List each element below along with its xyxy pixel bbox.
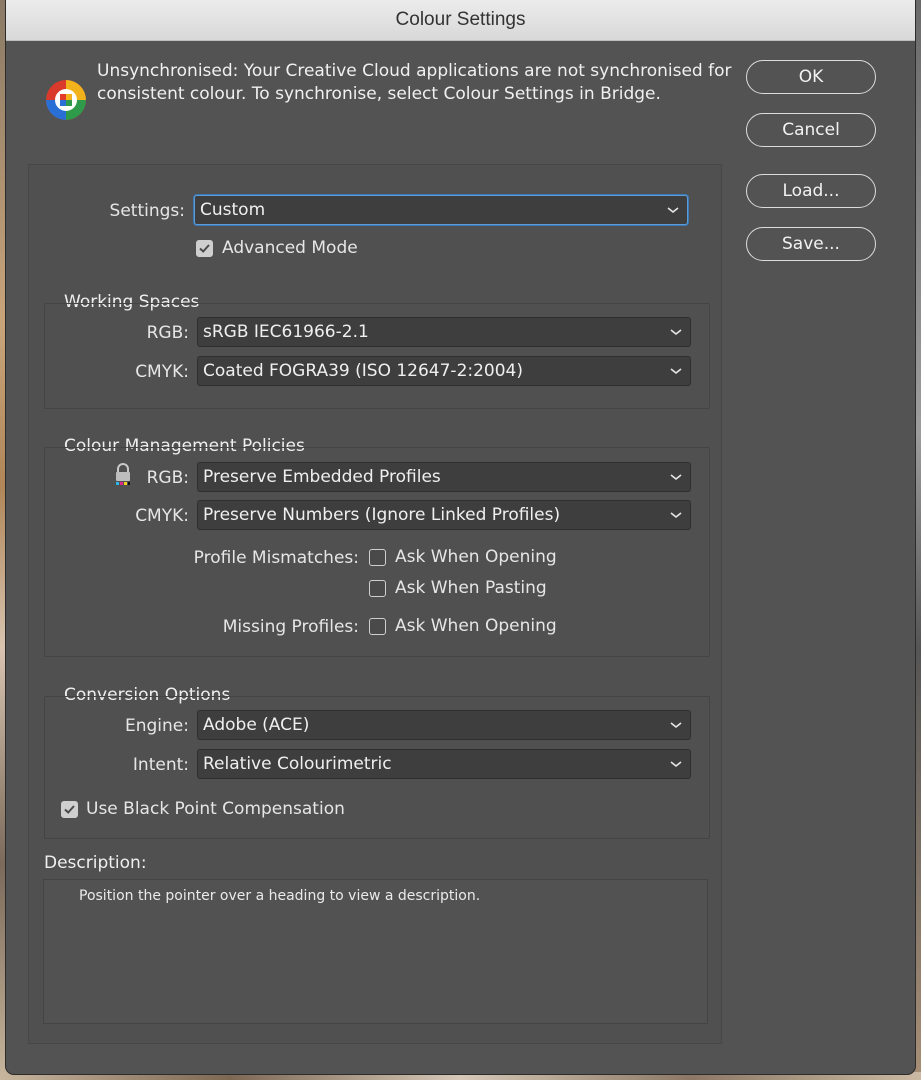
chevron-down-icon <box>670 761 682 768</box>
ws-cmyk-value: Coated FOGRA39 (ISO 12647-2:2004) <box>203 361 524 381</box>
policy-cmyk-select[interactable]: Preserve Numbers (Ignore Linked Profiles… <box>197 500 691 530</box>
ws-rgb-value: sRGB IEC61966-2.1 <box>203 322 369 342</box>
colour-wheel-icon <box>46 80 86 120</box>
policy-cmyk-value: Preserve Numbers (Ignore Linked Profiles… <box>203 505 561 525</box>
chevron-down-icon <box>670 368 682 375</box>
chevron-down-icon <box>670 512 682 519</box>
settings-select[interactable]: Custom <box>194 195 688 225</box>
ws-rgb-label: RGB: <box>146 323 189 343</box>
chevron-down-icon <box>670 474 682 481</box>
save-button[interactable]: Save... <box>746 227 876 261</box>
missing-ask-opening-label: Ask When Opening <box>395 616 557 636</box>
chevron-down-icon <box>670 329 682 336</box>
intent-label: Intent: <box>132 755 189 775</box>
description-box: Position the pointer over a heading to v… <box>43 879 708 1024</box>
settings-value: Custom <box>200 200 266 220</box>
intent-value: Relative Colourimetric <box>203 754 392 774</box>
intent-select[interactable]: Relative Colourimetric <box>197 749 691 779</box>
ws-cmyk-select[interactable]: Coated FOGRA39 (ISO 12647-2:2004) <box>197 356 691 386</box>
load-button[interactable]: Load... <box>746 174 876 208</box>
chevron-down-icon <box>667 207 679 214</box>
settings-label: Settings: <box>109 201 185 221</box>
engine-value: Adobe (ACE) <box>203 715 310 735</box>
description-heading: Description: <box>44 853 147 873</box>
missing-profiles-label: Missing Profiles: <box>222 617 359 637</box>
cancel-button[interactable]: Cancel <box>746 113 876 147</box>
dialog-titlebar[interactable]: Colour Settings <box>6 0 915 41</box>
policy-rgb-value: Preserve Embedded Profiles <box>203 467 441 487</box>
advanced-mode-checkbox[interactable] <box>196 240 213 257</box>
mismatch-ask-pasting-checkbox[interactable] <box>369 580 386 597</box>
policy-cmyk-label: CMYK: <box>135 506 189 526</box>
sync-status-message: Unsynchronised: Your Creative Cloud appl… <box>97 61 732 104</box>
profile-mismatches-label: Profile Mismatches: <box>193 548 359 568</box>
engine-select[interactable]: Adobe (ACE) <box>197 710 691 740</box>
mismatch-ask-opening-label: Ask When Opening <box>395 547 557 567</box>
policy-rgb-label: RGB: <box>146 468 189 488</box>
advanced-mode-label: Advanced Mode <box>222 238 358 258</box>
checkmark-icon <box>199 244 210 253</box>
ws-cmyk-label: CMYK: <box>135 362 189 382</box>
ok-button[interactable]: OK <box>746 60 876 94</box>
dialog-title: Colour Settings <box>395 9 526 30</box>
colour-settings-dialog: Colour Settings Unsynchronised: Your Cre… <box>6 0 915 1074</box>
checkmark-icon <box>64 805 75 814</box>
black-point-compensation-checkbox[interactable] <box>61 801 78 818</box>
policy-rgb-select[interactable]: Preserve Embedded Profiles <box>197 462 691 492</box>
description-text: Position the pointer over a heading to v… <box>79 888 481 904</box>
engine-label: Engine: <box>125 716 189 736</box>
black-point-compensation-label: Use Black Point Compensation <box>86 799 345 819</box>
ws-rgb-select[interactable]: sRGB IEC61966-2.1 <box>197 317 691 347</box>
settings-panel: Settings: Custom Advanced Mode Working S… <box>28 164 722 1044</box>
mismatch-ask-opening-checkbox[interactable] <box>369 549 386 566</box>
missing-ask-opening-checkbox[interactable] <box>369 618 386 635</box>
chevron-down-icon <box>670 722 682 729</box>
mismatch-ask-pasting-label: Ask When Pasting <box>395 578 547 598</box>
